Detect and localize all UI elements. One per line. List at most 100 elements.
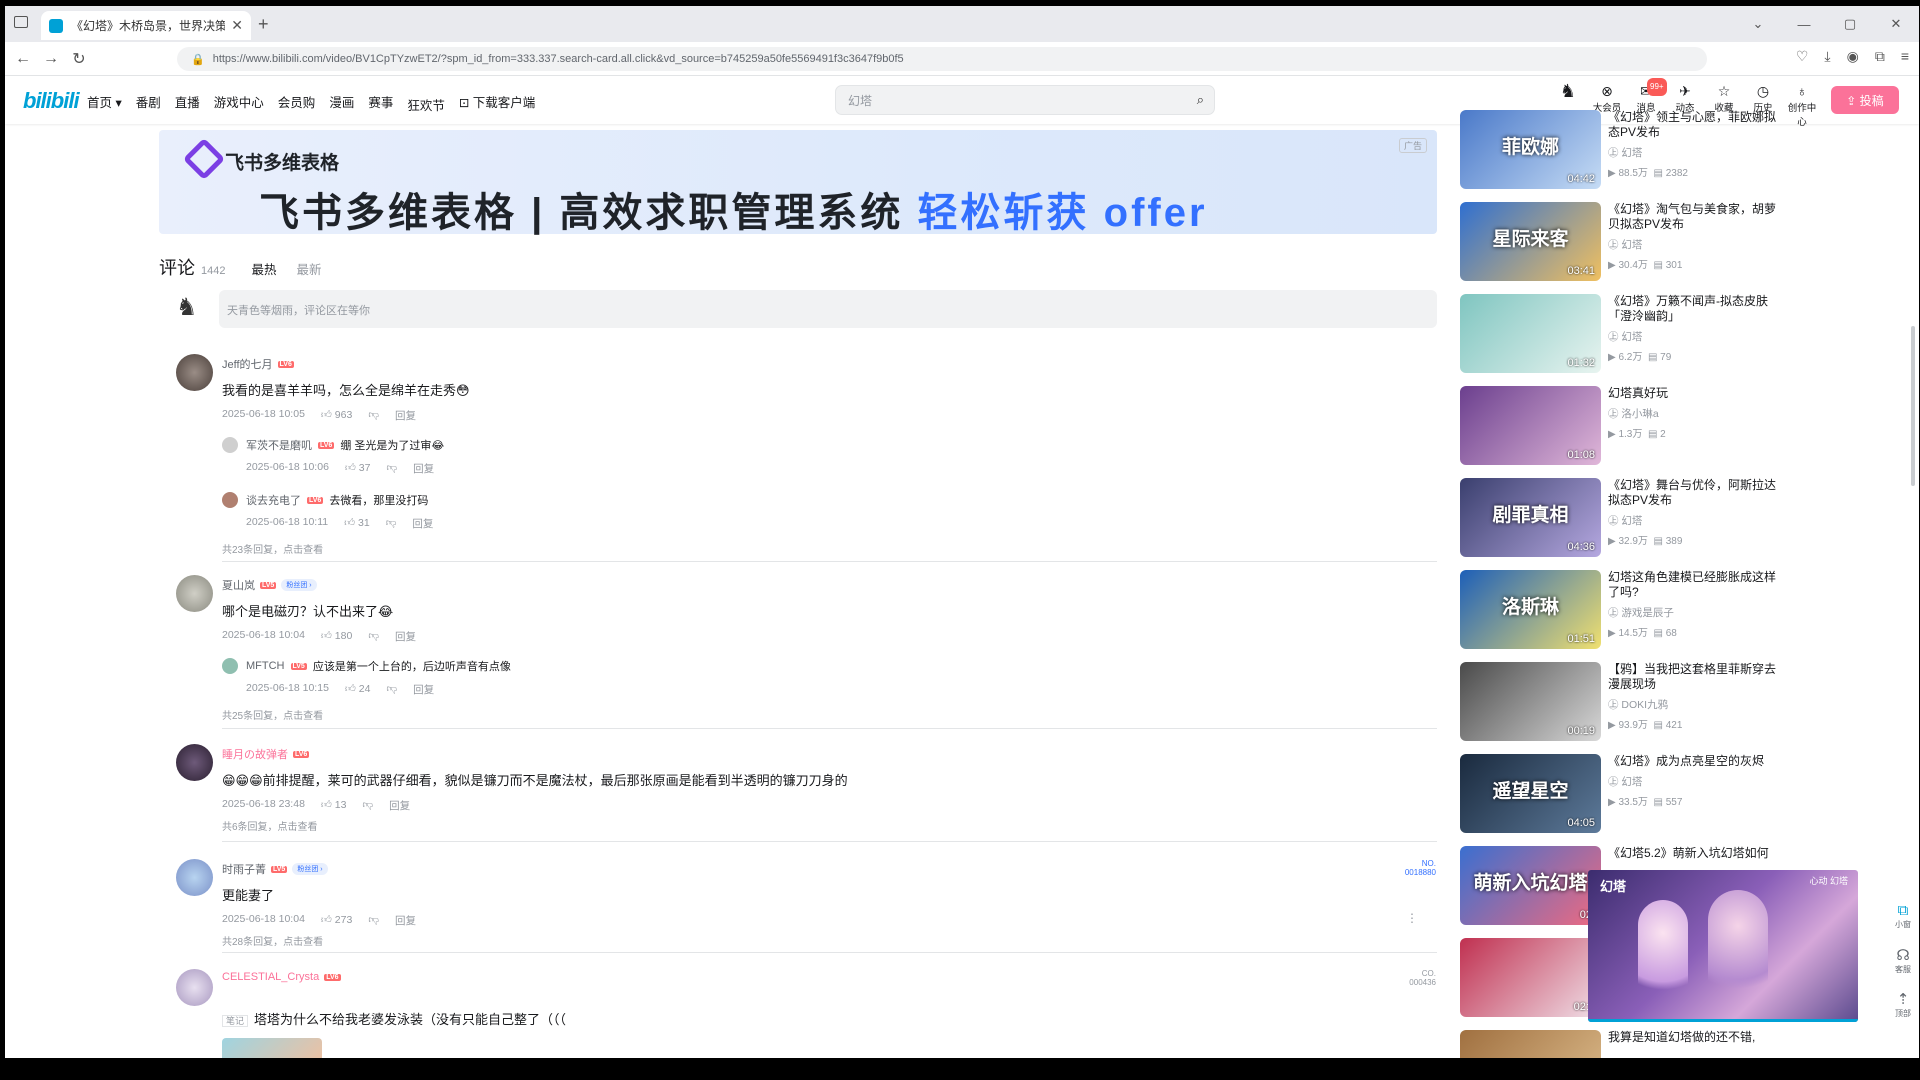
video-uploader[interactable]: 幻塔 <box>1621 239 1642 251</box>
reply-button[interactable]: 回复 <box>413 461 434 476</box>
related-video-card[interactable]: 洛斯琳 01:51 幻塔这角色建模已经膨胀成这样了吗? ㊤ 游戏是辰子 ▶ 14.5万 … <box>1460 570 1790 650</box>
nav-festival[interactable]: 狂欢节 <box>407 95 445 114</box>
related-video-card[interactable]: 00:19 【鸦】当我把这套格里菲斯穿去漫展现场㊤ DOKI九鸦 ▶ 93.9万 ▤… <box>1460 662 1790 742</box>
nav-manga[interactable]: 漫画 <box>329 92 354 114</box>
video-thumbnail[interactable]: 02:0 <box>1460 938 1601 1017</box>
video-title[interactable]: 幻塔真好玩 <box>1608 386 1778 401</box>
dislike-icon[interactable]: 👎︎ <box>368 913 379 928</box>
avatar[interactable] <box>222 658 238 674</box>
sort-new[interactable]: 最新 <box>297 259 322 278</box>
video-title[interactable]: 《幻塔》淘气包与美食家，胡萝贝拟态PV发布 <box>1608 202 1778 232</box>
ad-banner[interactable]: 飞书多维表格 飞书多维表格 | 高效求职管理系统 轻松斩获 offer 广告 <box>159 130 1437 235</box>
close-window-icon[interactable]: ✕ <box>1873 16 1919 32</box>
related-video-card[interactable]: 我算是知道幻塔做的还不错, <box>1460 1030 1790 1058</box>
dislike-icon[interactable]: 👎︎ <box>368 629 379 644</box>
video-title[interactable]: 我算是知道幻塔做的还不错, <box>1608 1030 1778 1045</box>
comment-username[interactable]: 睡月の故弹者 <box>222 746 288 762</box>
reply-button[interactable]: 回复 <box>389 798 410 813</box>
search-icon[interactable]: ⌕ <box>1197 92 1204 108</box>
video-uploader[interactable]: DOKI九鸦 <box>1621 699 1668 711</box>
upload-button[interactable]: ⇪ 投稿 <box>1831 86 1899 114</box>
avatar[interactable] <box>222 492 238 508</box>
reply-button[interactable]: 回复 <box>412 516 433 531</box>
nav-mall[interactable]: 会员购 <box>278 92 316 114</box>
like-button[interactable]: 👍︎ 963 <box>321 408 352 423</box>
avatar[interactable] <box>176 354 213 391</box>
video-thumbnail[interactable]: 00:19 <box>1460 662 1601 741</box>
more-options-icon[interactable]: ⋮ <box>1406 911 1418 925</box>
like-button[interactable]: 👍︎ 180 <box>321 629 352 644</box>
avatar[interactable] <box>176 969 213 1006</box>
nav-bangumi[interactable]: 番剧 <box>136 92 161 114</box>
video-title[interactable]: 【鸦】当我把这套格里菲斯穿去漫展现场 <box>1608 662 1778 692</box>
video-title[interactable]: 《幻塔》万籁不闻声-拟态皮肤「澄泠幽韵」 <box>1608 294 1778 324</box>
page-scrollbar[interactable] <box>1911 326 1915 486</box>
comment-username[interactable]: CELESTIAL_Crysta <box>222 971 319 983</box>
reply-username[interactable]: 谈去充电了 <box>246 492 301 508</box>
nav-esports[interactable]: 赛事 <box>368 92 393 114</box>
video-thumbnail[interactable]: 遥望星空 04:05 <box>1460 754 1601 833</box>
dislike-icon[interactable]: 👎︎ <box>386 682 397 697</box>
back-to-top-button[interactable]: ⇡ 顶部 <box>1885 990 1919 1019</box>
reply-button[interactable]: 回复 <box>395 913 416 928</box>
view-more-replies[interactable]: 共28条回复，点击查看 <box>222 933 1432 948</box>
reply-button[interactable]: 回复 <box>395 629 416 644</box>
new-tab-icon[interactable]: + <box>258 14 269 35</box>
video-title[interactable]: 幻塔这角色建模已经膨胀成这样了吗? <box>1608 570 1778 600</box>
minimize-icon[interactable]: — <box>1781 17 1827 32</box>
video-uploader[interactable]: 幻塔 <box>1621 331 1642 343</box>
nav-home[interactable]: 首页 ▾ <box>87 92 122 114</box>
video-thumbnail[interactable]: 菲欧娜 04:42 <box>1460 110 1601 189</box>
fan-badge[interactable]: 粉丝团 › <box>281 579 317 591</box>
video-thumbnail[interactable]: 01:32 <box>1460 294 1601 373</box>
close-tab-icon[interactable]: ✕ <box>231 17 243 34</box>
view-more-replies[interactable]: 共25条回复，点击查看 <box>222 707 1432 722</box>
reply-button[interactable]: 回复 <box>395 408 416 423</box>
video-thumbnail[interactable]: 剧罪真相 04:36 <box>1460 478 1601 557</box>
video-thumbnail[interactable] <box>1460 1030 1601 1058</box>
avatar[interactable] <box>222 437 238 453</box>
video-title[interactable]: 《幻塔5.2》萌新入坑幻塔如何 <box>1608 846 1778 861</box>
like-button[interactable]: 👍︎ 37 <box>345 461 371 476</box>
sort-hot[interactable]: 最热 <box>251 259 276 278</box>
view-more-replies[interactable]: 共23条回复，点击查看 <box>222 541 1432 556</box>
comment-image[interactable] <box>222 1038 322 1058</box>
account-icon[interactable]: ◉ <box>1847 48 1859 65</box>
video-uploader[interactable]: 幻塔 <box>1621 776 1642 788</box>
like-button[interactable]: 👍︎ 24 <box>345 682 371 697</box>
video-title[interactable]: 《幻塔》舞台与优伶，阿斯拉达拟态PV发布 <box>1608 478 1778 508</box>
maximize-icon[interactable]: ▢ <box>1827 16 1873 32</box>
related-video-card[interactable]: 剧罪真相 04:36 《幻塔》舞台与优伶，阿斯拉达拟态PV发布㊤ 幻塔 ▶ 32.9万… <box>1460 478 1790 558</box>
download-icon[interactable]: ⤓ <box>1824 48 1830 65</box>
menu-icon[interactable]: ≡ <box>1901 48 1909 65</box>
video-title[interactable]: 《幻塔》成为点亮星空的灰烬 <box>1608 754 1778 769</box>
video-title[interactable]: 《幻塔》领主与心愿，菲欧娜拟态PV发布 <box>1608 110 1778 140</box>
like-button[interactable]: 👍︎ 31 <box>344 516 370 531</box>
mini-player[interactable]: 幻塔 心动 幻塔 <box>1588 870 1858 1022</box>
nav-download-client[interactable]: ⊡ 下载客户端 <box>459 92 535 114</box>
url-field[interactable]: 🔒 https://www.bilibili.com/video/BV1CpTY… <box>177 47 1707 71</box>
forward-icon[interactable]: → <box>37 50 65 68</box>
mini-window-button[interactable]: ⧉ 小窗 <box>1885 902 1919 930</box>
pocket-icon[interactable]: ♡ <box>1796 48 1809 65</box>
tab-search-icon[interactable]: ⌄ <box>1735 16 1781 32</box>
reply-button[interactable]: 回复 <box>413 682 434 697</box>
video-uploader[interactable]: 游戏是辰子 <box>1621 607 1674 619</box>
my-avatar[interactable]: ♞ <box>176 293 206 329</box>
mini-player-progress[interactable] <box>1588 1019 1858 1022</box>
video-uploader[interactable]: 幻塔 <box>1621 515 1642 527</box>
avatar[interactable] <box>176 575 213 612</box>
comment-input[interactable]: 天青色等烟雨，评论区在等你 <box>219 290 1437 328</box>
video-uploader[interactable]: 洛小琳a <box>1621 408 1658 420</box>
back-icon[interactable]: ← <box>9 50 37 68</box>
comment-username[interactable]: Jeff的七月 <box>222 356 273 372</box>
related-video-card[interactable]: 遥望星空 04:05 《幻塔》成为点亮星空的灰烬㊤ 幻塔 ▶ 33.5万 ▤ 557 <box>1460 754 1790 834</box>
dislike-icon[interactable]: 👎︎ <box>386 516 397 531</box>
avatar[interactable] <box>176 744 213 781</box>
nav-game-center[interactable]: 游戏中心 <box>214 92 264 114</box>
like-button[interactable]: 👍︎ 273 <box>321 913 352 928</box>
related-video-card[interactable]: 01:32 《幻塔》万籁不闻声-拟态皮肤「澄泠幽韵」㊤ 幻塔 ▶ 6.2万 ▤ 79 <box>1460 294 1790 374</box>
related-video-card[interactable]: 01:08 幻塔真好玩㊤ 洛小琳a ▶ 1.3万 ▤ 2 <box>1460 386 1790 466</box>
video-thumbnail[interactable]: 萌新入坑幻塔02: <box>1460 846 1601 925</box>
related-video-card[interactable]: 菲欧娜 04:42 《幻塔》领主与心愿，菲欧娜拟态PV发布㊤ 幻塔 ▶ 88.5万 ▤… <box>1460 110 1790 190</box>
